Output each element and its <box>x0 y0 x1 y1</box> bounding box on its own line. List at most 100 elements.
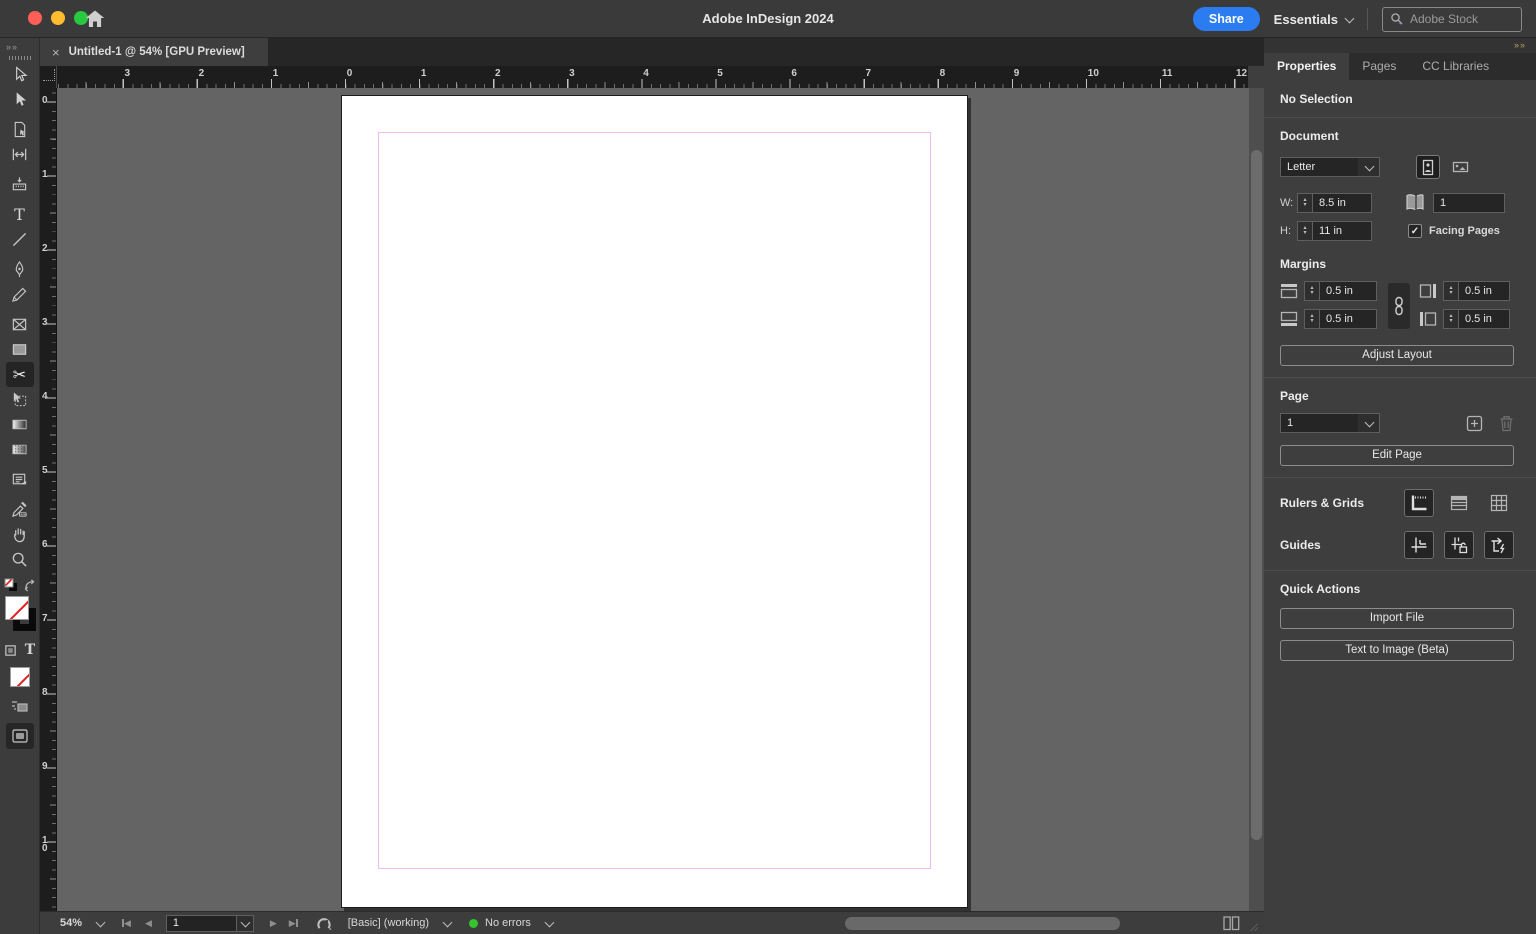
view-options-icon[interactable] <box>11 699 29 713</box>
link-margins-icon[interactable] <box>1388 283 1410 329</box>
type-tool[interactable]: T <box>6 202 34 227</box>
previous-page-button[interactable]: ◀ <box>145 918 152 929</box>
zoom-tool[interactable] <box>6 547 34 572</box>
frame-tool[interactable] <box>6 312 34 337</box>
ruler-origin-corner[interactable] <box>40 66 57 88</box>
import-file-button[interactable]: Import File <box>1280 608 1514 629</box>
close-tab-icon[interactable]: × <box>52 45 60 60</box>
preflight-icon[interactable] <box>316 916 332 931</box>
tab-cc-libraries[interactable]: CC Libraries <box>1409 53 1502 80</box>
gap-tool[interactable] <box>6 142 34 167</box>
width-field[interactable] <box>1312 193 1372 213</box>
line-tool[interactable] <box>6 227 34 252</box>
toolbar-expand-icon[interactable]: »» <box>0 38 39 52</box>
tab-properties[interactable]: Properties <box>1264 53 1349 80</box>
smart-guides-icon[interactable] <box>1484 531 1514 559</box>
free-transform-tool[interactable] <box>6 387 34 412</box>
page-number-field[interactable] <box>166 915 236 932</box>
last-page-button[interactable]: ▶ <box>289 918 298 929</box>
share-button[interactable]: Share <box>1193 7 1260 31</box>
lock-guides-icon[interactable] <box>1444 531 1474 559</box>
canvas-pasteboard[interactable]: 012345678910 <box>40 88 1264 911</box>
vertical-scrollbar-thumb[interactable] <box>1251 150 1262 840</box>
horizontal-ruler[interactable]: 3210123456789101112 <box>57 66 1248 88</box>
page-size-preset-select[interactable]: Letter <box>1280 157 1380 177</box>
hand-tool[interactable] <box>6 522 34 547</box>
margin-inside-field[interactable] <box>1458 281 1510 301</box>
document-page[interactable] <box>341 95 968 908</box>
horizontal-scrollbar-thumb[interactable] <box>845 917 1120 930</box>
margin-top-field[interactable] <box>1319 281 1377 301</box>
facing-pages-checkbox[interactable]: ✓ <box>1408 224 1422 238</box>
vertical-scrollbar-track[interactable] <box>1249 88 1264 911</box>
page-size-preset-value: Letter <box>1280 157 1358 177</box>
notes-tool[interactable] <box>6 467 34 492</box>
apply-none-swatch[interactable] <box>10 667 30 687</box>
margin-bottom-field[interactable] <box>1319 309 1377 329</box>
next-page-button[interactable]: ▶ <box>270 918 277 929</box>
margin-outside-field[interactable] <box>1458 309 1510 329</box>
screen-mode-button[interactable] <box>6 723 34 749</box>
zoom-dropdown-icon[interactable] <box>96 919 104 927</box>
width-label: W: <box>1280 197 1297 209</box>
adobe-stock-search[interactable] <box>1382 7 1522 32</box>
orientation-landscape-button[interactable] <box>1448 155 1472 179</box>
pages-count-field[interactable] <box>1433 193 1505 213</box>
eyedropper-tool[interactable] <box>6 497 34 522</box>
document-tab[interactable]: × Untitled-1 @ 54% [GPU Preview] <box>40 38 268 66</box>
vertical-ruler[interactable]: 012345678910 <box>40 88 57 911</box>
search-icon <box>1390 12 1404 26</box>
rectangle-tool[interactable] <box>6 337 34 362</box>
search-input[interactable] <box>1410 12 1502 26</box>
gradient-feather-tool[interactable] <box>6 437 34 462</box>
preflight-profile[interactable]: [Basic] (working) <box>348 917 429 929</box>
direct-selection-tool[interactable] <box>6 87 34 112</box>
errors-dropdown-icon[interactable] <box>545 919 553 927</box>
scissors-tool[interactable]: ✂ <box>6 362 34 387</box>
current-page-value: 1 <box>1280 413 1358 433</box>
document-grid-icon[interactable] <box>1484 489 1514 517</box>
workspace-switcher[interactable]: Essentials <box>1274 12 1353 27</box>
current-page-select[interactable]: 1 <box>1280 413 1380 433</box>
margin-inside-stepper[interactable]: ▴▾ <box>1443 281 1458 301</box>
page-tool[interactable] <box>6 117 34 142</box>
margin-outside-stepper[interactable]: ▴▾ <box>1443 309 1458 329</box>
toolbar-grip[interactable] <box>9 56 31 60</box>
orientation-portrait-button[interactable] <box>1416 155 1440 179</box>
rulers-grids-label: Rulers & Grids <box>1280 496 1364 510</box>
edit-page-button[interactable]: Edit Page <box>1280 445 1514 466</box>
margin-bottom-stepper[interactable]: ▴▾ <box>1304 309 1319 329</box>
baseline-grid-icon[interactable] <box>1444 489 1474 517</box>
no-errors-indicator <box>469 919 478 928</box>
text-to-image-button[interactable]: Text to Image (Beta) <box>1280 640 1514 661</box>
zoom-level[interactable]: 54% <box>60 917 82 929</box>
preflight-dropdown-icon[interactable] <box>443 919 451 927</box>
margin-top-stepper[interactable]: ▴▾ <box>1304 281 1319 301</box>
fill-swatch-none[interactable] <box>5 596 29 620</box>
swap-fill-stroke-icon[interactable] <box>23 579 36 592</box>
split-layout-icon[interactable] <box>1223 916 1240 931</box>
pen-tool[interactable] <box>6 257 34 282</box>
adjust-layout-button[interactable]: Adjust Layout <box>1280 345 1514 366</box>
gradient-swatch-tool[interactable] <box>6 412 34 437</box>
formatting-affects-container-icon[interactable] <box>4 644 17 657</box>
content-collector-tool[interactable] <box>6 172 34 197</box>
add-page-icon[interactable] <box>1466 415 1483 432</box>
show-guides-icon[interactable] <box>1404 531 1434 559</box>
pencil-tool[interactable] <box>6 282 34 307</box>
show-rulers-icon[interactable] <box>1404 489 1434 517</box>
selection-tool[interactable] <box>6 62 34 87</box>
height-field[interactable] <box>1312 221 1372 241</box>
first-page-button[interactable]: ◀ <box>122 918 131 929</box>
delete-page-icon[interactable] <box>1499 415 1514 432</box>
resize-grip[interactable] <box>1248 921 1258 931</box>
formatting-affects-text-icon[interactable]: T <box>25 642 35 658</box>
tab-pages[interactable]: Pages <box>1349 53 1409 80</box>
panel-collapse-icon[interactable]: »» <box>1514 40 1526 50</box>
preflight-status[interactable]: No errors <box>485 917 531 929</box>
width-stepper[interactable]: ▴▾ <box>1297 193 1312 213</box>
page-dropdown-icon[interactable] <box>236 915 254 932</box>
document-tab-title: Untitled-1 @ 54% [GPU Preview] <box>69 46 245 58</box>
height-stepper[interactable]: ▴▾ <box>1297 221 1312 241</box>
default-fill-stroke-icon[interactable] <box>4 578 18 592</box>
